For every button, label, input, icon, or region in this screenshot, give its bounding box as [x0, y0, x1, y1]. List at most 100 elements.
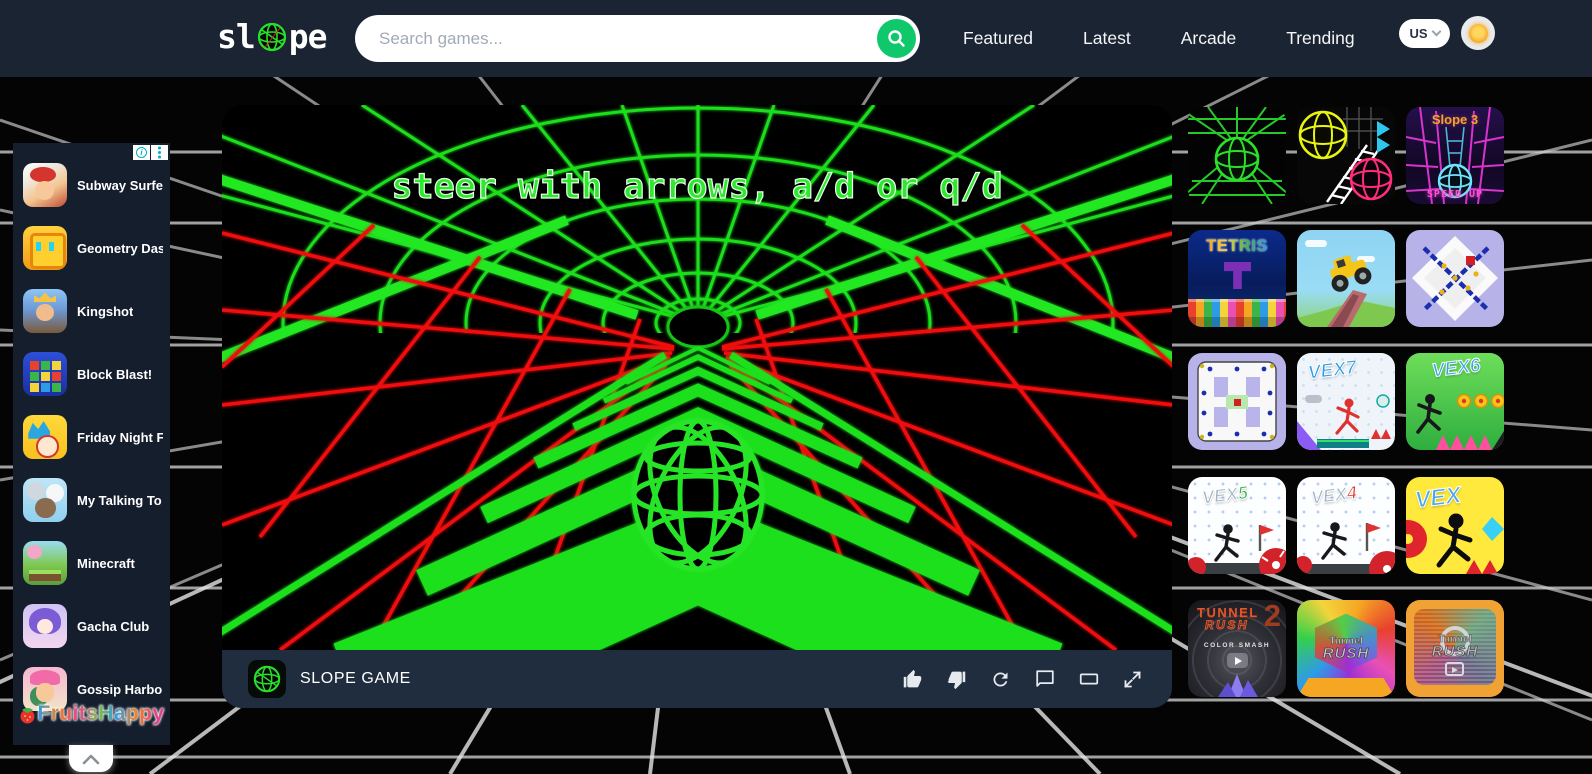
thumbnail-vex-6[interactable]: VEX6	[1406, 353, 1504, 450]
fullscreen-button[interactable]	[1119, 666, 1146, 693]
thumbnail-tetris[interactable]: TETRIS	[1188, 230, 1286, 327]
ad-item-gacha-club[interactable]: Gacha Club	[23, 604, 165, 648]
gacha-club-icon	[23, 604, 67, 648]
slope-globe-icon	[252, 664, 282, 694]
info-icon: i	[136, 147, 147, 158]
kingshot-icon	[23, 289, 67, 333]
strawberry-icon	[19, 705, 36, 724]
search-input[interactable]	[355, 15, 920, 62]
pixel-path-art	[1406, 230, 1504, 327]
ad-item-my-talking-tom[interactable]: My Talking To	[23, 478, 165, 522]
theme-toggle-button[interactable]	[1461, 16, 1495, 50]
locale-selector[interactable]: US	[1399, 19, 1450, 48]
logo-text-pre: sl	[217, 17, 255, 56]
tetris-blocks	[1188, 299, 1286, 327]
ad-item-label: Block Blast!	[77, 367, 152, 382]
like-button[interactable]	[899, 666, 926, 693]
ad-item-label: Minecraft	[77, 556, 135, 571]
thumbnail-vex-4[interactable]: VEX4	[1297, 477, 1395, 574]
thumbnail-monster-truck[interactable]	[1297, 230, 1395, 327]
nav-link-latest[interactable]: Latest	[1083, 28, 1131, 49]
talking-tom-icon	[23, 478, 67, 522]
ad-info-button[interactable]: i	[133, 145, 150, 160]
search-button[interactable]	[877, 19, 916, 58]
game-player: steer with arrows, a/d or q/d SLOPE GAME	[222, 105, 1172, 708]
truck-thumb-art	[1297, 230, 1395, 327]
ad-item-friday-night[interactable]: Friday Night F	[23, 415, 165, 459]
game-thumbnail-icon	[248, 660, 286, 698]
thumbnail-pixel-maze[interactable]	[1188, 353, 1286, 450]
nav-link-arcade[interactable]: Arcade	[1181, 28, 1236, 49]
thumbnail-vex-7[interactable]: VEX7	[1297, 353, 1395, 450]
slope-game-canvas[interactable]	[222, 105, 1172, 650]
thumbs-up-icon	[902, 669, 923, 690]
theater-mode-button[interactable]	[1075, 666, 1102, 693]
tunnel-rush-alt-title-line2: RUSH	[1406, 643, 1504, 660]
comments-button[interactable]	[1031, 666, 1058, 693]
ad-collapse-tab[interactable]	[69, 745, 113, 772]
tunnel-rush-title-line2: RUSH	[1297, 645, 1395, 662]
ad-item-minecraft[interactable]: Minecraft	[23, 541, 165, 585]
chevron-up-icon	[80, 752, 102, 766]
site-logo[interactable]: sl pe	[217, 17, 327, 56]
fruitshappy-logo-text: FruitsHappy	[38, 702, 165, 726]
locale-label: US	[1409, 26, 1427, 41]
ad-item-block-blast[interactable]: Block Blast!	[23, 352, 165, 396]
ad-footer-logo[interactable]: FruitsHappy	[13, 692, 170, 736]
fullscreen-icon	[1122, 669, 1143, 690]
thumbnail-slope-3[interactable]: Slope 3 SPEED UP	[1406, 107, 1504, 204]
thumbs-down-icon	[946, 669, 967, 690]
tunnel-rush-2-subtitle: COLOR SMASH	[1188, 642, 1286, 649]
game-title: SLOPE GAME	[300, 670, 411, 688]
chevron-down-icon	[1431, 27, 1441, 37]
ad-item-geometry-dash[interactable]: Geometry Das	[23, 226, 165, 270]
dislike-button[interactable]	[943, 666, 970, 693]
game-actions	[899, 666, 1146, 693]
refresh-icon	[990, 669, 1011, 690]
thumbnail-pixel-path[interactable]	[1406, 230, 1504, 327]
vertical-dots-icon	[158, 151, 161, 154]
geometry-dash-icon	[23, 226, 67, 270]
ad-item-label: Friday Night F	[77, 430, 163, 445]
thumbnail-vex-5[interactable]: VEX5	[1188, 477, 1286, 574]
nav-link-featured[interactable]: Featured	[963, 28, 1033, 49]
tunnel-rush-2-title-line2: RUSH	[1205, 618, 1249, 632]
ad-item-label: Geometry Das	[77, 241, 163, 256]
friday-night-funkin-icon	[23, 415, 67, 459]
logo-text-post: pe	[289, 17, 327, 56]
ad-item-label: Subway Surfe	[77, 178, 163, 193]
pixel-maze-art	[1188, 353, 1286, 450]
slope-thumb-art	[1188, 107, 1286, 204]
block-blast-icon	[23, 352, 67, 396]
thumbnail-slope[interactable]	[1188, 107, 1286, 204]
ad-item-kingshot[interactable]: Kingshot	[23, 289, 165, 333]
game-toolbar: SLOPE GAME	[222, 650, 1172, 708]
sun-icon	[1469, 24, 1488, 43]
search-bar	[355, 15, 920, 62]
theater-mode-icon	[1078, 668, 1100, 690]
search-icon	[887, 29, 906, 48]
nav-links: Featured Latest Arcade Trending	[963, 0, 1355, 77]
minecraft-icon	[23, 541, 67, 585]
play-outline-icon	[1445, 662, 1464, 676]
slope3-title: Slope 3	[1406, 112, 1504, 127]
thumbnail-tunnel-rush[interactable]: Tunnel RUSH	[1297, 600, 1395, 697]
reload-button[interactable]	[987, 666, 1014, 693]
ad-item-label: My Talking To	[77, 493, 162, 508]
thumbnail-vex[interactable]: VEX	[1406, 477, 1504, 574]
thumbnail-slope-2[interactable]	[1297, 107, 1395, 204]
ad-item-subway-surfers[interactable]: Subway Surfe	[23, 163, 165, 207]
slope3-caption: SPEED UP	[1406, 189, 1504, 200]
ad-item-label: Gacha Club	[77, 619, 149, 634]
nav-link-trending[interactable]: Trending	[1286, 28, 1354, 49]
slope-globe-icon	[256, 21, 288, 53]
thumbnail-tunnel-rush-2[interactable]: TUNNEL RUSH 2 COLOR SMASH	[1188, 600, 1286, 697]
vex-logo-text: VEX	[1414, 481, 1463, 513]
ad-choices: i	[133, 145, 168, 160]
play-icon	[1227, 653, 1248, 668]
tetris-logo-text: TETRIS	[1188, 237, 1286, 256]
subway-surfers-icon	[23, 163, 67, 207]
thumbnail-tunnel-rush-alt[interactable]: Tunnel RUSH	[1406, 600, 1504, 697]
ad-menu-button[interactable]	[151, 145, 168, 160]
top-navbar: sl pe Featured Latest Arcade Trending US	[0, 0, 1592, 77]
